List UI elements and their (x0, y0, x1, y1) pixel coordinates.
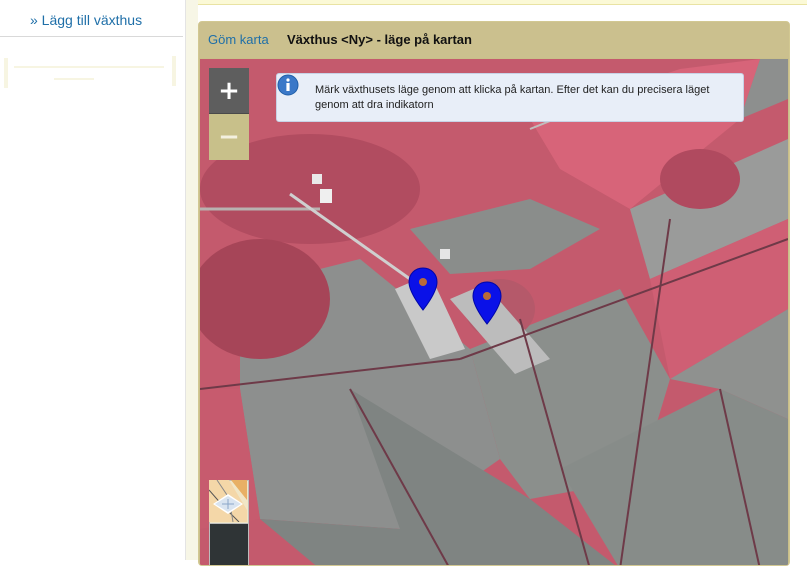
map-canvas[interactable]: + − Märk växthusets läge genom att klick… (200, 59, 788, 565)
greenhouse-marker-2[interactable] (472, 281, 502, 325)
layer-switcher (209, 480, 249, 565)
zoom-control: + − (209, 68, 249, 160)
faint-line (14, 66, 164, 68)
sidebar: » Lägg till växthus (0, 0, 186, 560)
faint-line (4, 58, 8, 88)
info-icon (277, 74, 299, 96)
content-gutter (186, 0, 198, 560)
map-panel: Göm karta Växthus <Ny> - läge på kartan (198, 21, 790, 566)
zoom-in-button[interactable]: + (209, 68, 249, 114)
faint-line (54, 78, 94, 80)
faint-line (172, 56, 176, 86)
hide-map-link[interactable]: Göm karta (208, 32, 269, 47)
aerial-layer-icon (213, 494, 243, 514)
sidebar-empty-box (4, 46, 180, 92)
greenhouse-marker-1[interactable] (408, 267, 438, 311)
map-info-box: Märk växthusets läge genom att klicka på… (276, 73, 744, 122)
panel-header: Göm karta Växthus <Ny> - läge på kartan (199, 22, 789, 58)
zoom-out-button[interactable]: − (209, 114, 249, 160)
panel-title: Växthus <Ny> - läge på kartan (287, 32, 472, 47)
add-greenhouse-link[interactable]: » Lägg till växthus (0, 3, 183, 37)
top-notice-strip (198, 0, 807, 5)
map-info-text: Märk växthusets läge genom att klicka på… (315, 84, 710, 111)
